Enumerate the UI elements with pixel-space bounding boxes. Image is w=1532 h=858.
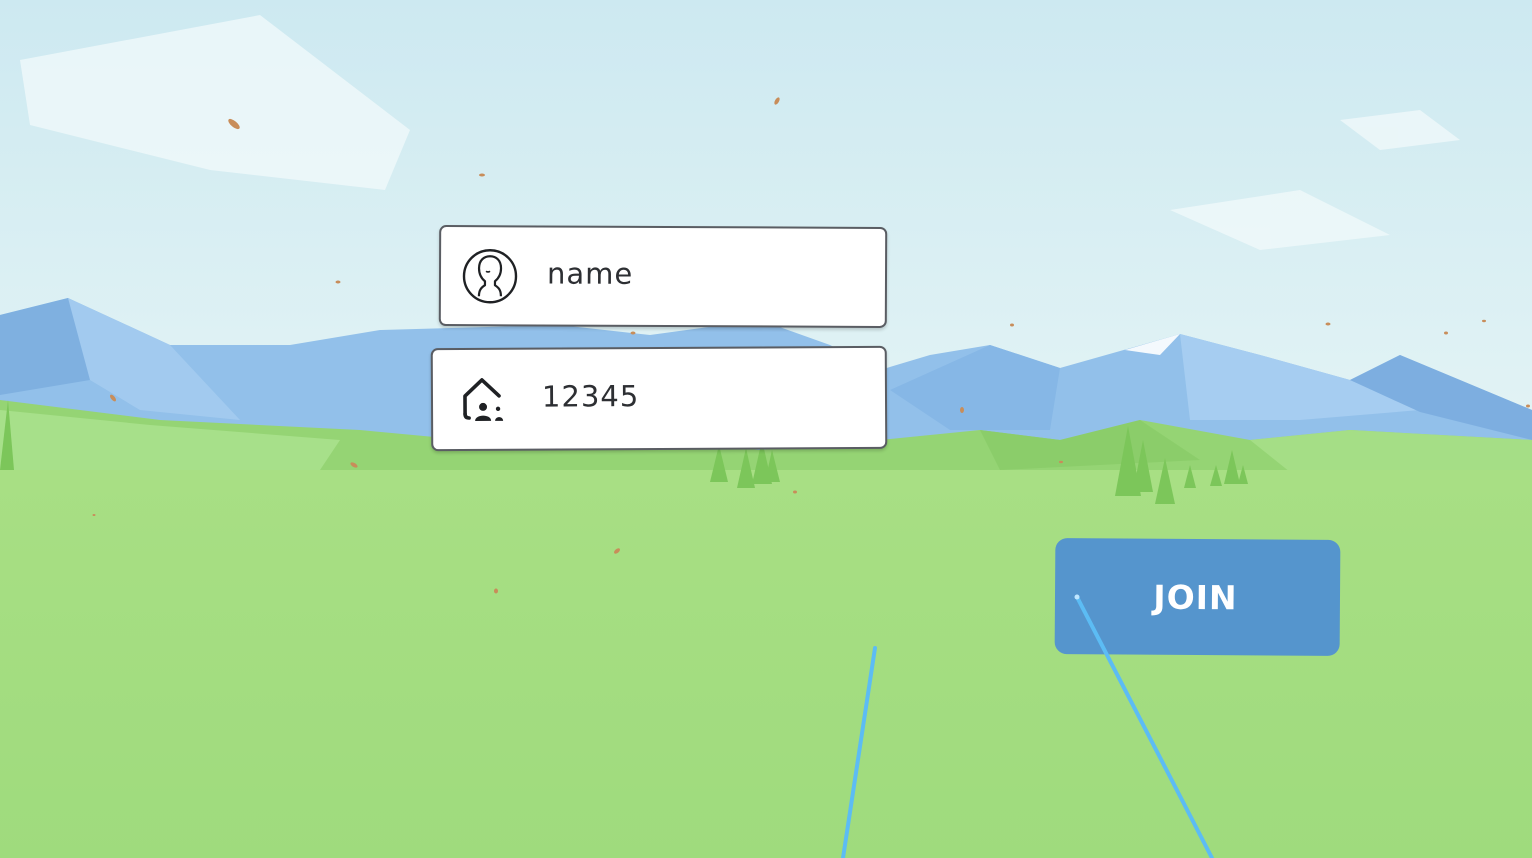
join-button-label: JOIN [1153,577,1238,617]
house-people-icon [463,378,504,421]
name-input-value: name [546,256,634,291]
user-avatar-icon [462,249,518,304]
name-input[interactable]: name [438,225,888,328]
join-button[interactable]: JOIN [1054,538,1341,656]
vr-scene: name 12345 JOIN [0,0,1532,858]
room-code-value: 12345 [541,379,640,414]
room-code-input[interactable]: 12345 [430,345,888,452]
